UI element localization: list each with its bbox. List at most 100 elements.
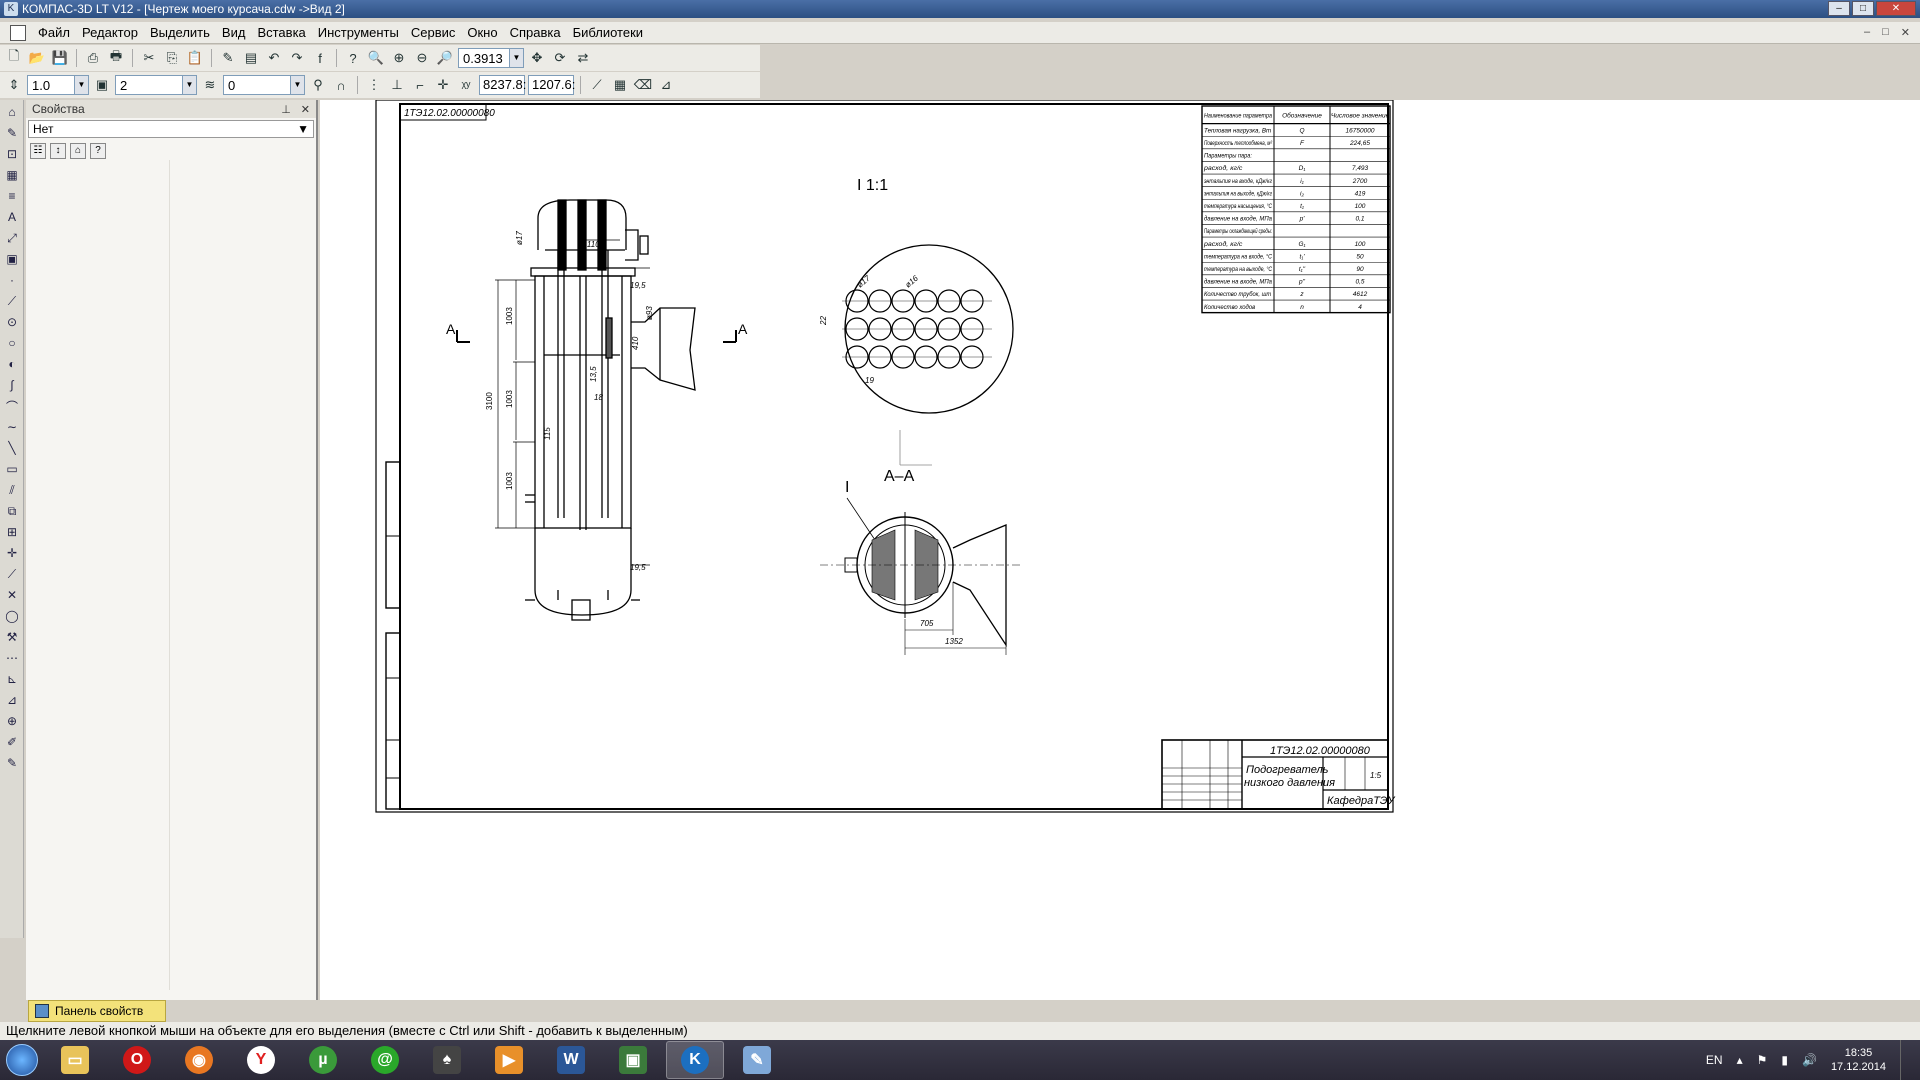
close-icon[interactable]: ✕ xyxy=(301,103,310,116)
new-document-icon[interactable]: 🗋 xyxy=(4,48,24,68)
open-icon[interactable]: 📂 xyxy=(27,48,47,68)
magnet-icon[interactable]: ∩ xyxy=(331,75,351,95)
print-preview-icon[interactable]: ⎙ xyxy=(83,48,103,68)
eraser-icon[interactable]: ⌫ xyxy=(633,75,653,95)
taskbar-kompas[interactable]: K xyxy=(666,1041,724,1079)
tool-strip-button-icon[interactable]: ✕ xyxy=(2,586,22,604)
show-desktop-button[interactable] xyxy=(1900,1040,1910,1080)
properties-panel-tab[interactable]: Панель свойств xyxy=(28,1000,166,1022)
pan-icon[interactable]: ✥ xyxy=(527,48,547,68)
zoom-scale-icon[interactable]: 🔎 xyxy=(435,48,455,68)
tool-strip-button-icon[interactable]: ∼ xyxy=(2,418,22,436)
maximize-button[interactable]: □ xyxy=(1852,1,1874,16)
menu-insert[interactable]: Вставка xyxy=(251,25,311,40)
taskbar-opera[interactable]: O xyxy=(108,1041,166,1079)
close-button[interactable]: ✕ xyxy=(1876,1,1916,16)
tray-expand-icon[interactable]: ▴ xyxy=(1737,1053,1743,1067)
save-icon[interactable]: 💾 xyxy=(50,48,70,68)
tool-strip-button-icon[interactable]: ⊞ xyxy=(2,523,22,541)
minimize-button[interactable]: – xyxy=(1828,1,1850,16)
clock[interactable]: 18:35 17.12.2014 xyxy=(1831,1046,1886,1074)
menu-view[interactable]: Вид xyxy=(216,25,252,40)
step-icon[interactable]: ▣ xyxy=(92,75,112,95)
document-icon[interactable] xyxy=(10,24,26,41)
tool-strip-button-icon[interactable]: ⫽ xyxy=(2,481,22,499)
taskbar-word[interactable]: W xyxy=(542,1041,600,1079)
layer-icon[interactable]: ≋ xyxy=(200,75,220,95)
categorize-icon[interactable]: ☷ xyxy=(30,143,46,159)
rebuild-icon[interactable]: ⇄ xyxy=(573,48,593,68)
menu-file[interactable]: Файл xyxy=(32,25,76,40)
undo-icon[interactable]: ↶ xyxy=(264,48,284,68)
coord-y-field[interactable]: 1207.6: xyxy=(528,75,575,95)
zoom-window-icon[interactable]: 🔍 xyxy=(366,48,386,68)
tool-strip-button-icon[interactable]: ▭ xyxy=(2,460,22,478)
cut-icon[interactable]: ✂ xyxy=(139,48,159,68)
menu-tools[interactable]: Инструменты xyxy=(312,25,405,40)
tool-strip-button-icon[interactable]: ◐ xyxy=(2,355,22,373)
tool-strip-button-icon[interactable]: ⌂ xyxy=(2,103,22,121)
measure-icon[interactable]: ⊿ xyxy=(656,75,676,95)
taskbar-explorer[interactable]: ▭ xyxy=(46,1041,104,1079)
tool-strip-button-icon[interactable]: ∫ xyxy=(2,376,22,394)
tool-strip-button-icon[interactable]: ◯ xyxy=(2,607,22,625)
taskbar-mail-agent[interactable]: @ xyxy=(356,1041,414,1079)
hatch-icon[interactable]: ▦ xyxy=(610,75,630,95)
scale-combo[interactable]: 1.0 ▼ xyxy=(27,75,89,95)
tool-strip-button-icon[interactable]: ▦ xyxy=(2,166,22,184)
tool-strip-button-icon[interactable]: ⊾ xyxy=(2,670,22,688)
chevron-down-icon[interactable]: ▼ xyxy=(74,76,88,94)
language-indicator[interactable]: EN xyxy=(1706,1053,1723,1067)
taskbar-media-player[interactable]: ▶ xyxy=(480,1041,538,1079)
chevron-down-icon[interactable]: ▼ xyxy=(297,122,309,136)
cursor-icon[interactable]: ✛ xyxy=(433,75,453,95)
tool-strip-button-icon[interactable]: ○ xyxy=(2,334,22,352)
zoom-in-icon[interactable]: ⊕ xyxy=(389,48,409,68)
menu-select[interactable]: Выделить xyxy=(144,25,216,40)
print-icon[interactable]: 🖶 xyxy=(106,48,126,68)
tool-strip-button-icon[interactable]: ⟋ xyxy=(2,565,22,583)
menu-libraries[interactable]: Библиотеки xyxy=(567,25,649,40)
taskbar-kompas-files[interactable]: ▣ xyxy=(604,1041,662,1079)
sort-icon[interactable]: ↕ xyxy=(50,143,66,159)
tool-strip-button-icon[interactable]: A xyxy=(2,208,22,226)
tool-strip-button-icon[interactable]: ⊿ xyxy=(2,691,22,709)
coord-x-field[interactable]: 8237.8: xyxy=(479,75,526,95)
tool-strip-button-icon[interactable]: ⊡ xyxy=(2,145,22,163)
doc-minimize-button[interactable]: – xyxy=(1864,26,1870,39)
help-icon[interactable]: ? xyxy=(90,143,106,159)
manager-icon[interactable]: ▤ xyxy=(241,48,261,68)
library-icon[interactable]: ⌂ xyxy=(70,143,86,159)
pin-icon[interactable]: ⊥ xyxy=(281,103,291,116)
tool-strip-button-icon[interactable]: · xyxy=(2,271,22,289)
local-cs-icon[interactable]: ⌐ xyxy=(410,75,430,95)
paste-icon[interactable]: 📋 xyxy=(185,48,205,68)
tool-strip-button-icon[interactable]: ⊙ xyxy=(2,313,22,331)
tool-strip-button-icon[interactable]: ╲ xyxy=(2,439,22,457)
volume-icon[interactable]: 🔊 xyxy=(1802,1053,1817,1067)
chevron-down-icon[interactable]: ▼ xyxy=(509,49,523,67)
tool-strip-button-icon[interactable]: ⤢ xyxy=(2,229,22,247)
tool-strip-button-icon[interactable]: ✛ xyxy=(2,544,22,562)
snap-icon[interactable]: ⚲ xyxy=(308,75,328,95)
drawing-canvas[interactable]: 1ТЭ12.02.00000080 3100 1003 1003 1003 ø1… xyxy=(320,100,1920,1000)
tool-strip-button-icon[interactable]: ✎ xyxy=(2,754,22,772)
doc-close-button[interactable]: ✕ xyxy=(1901,26,1910,39)
zoom-combo[interactable]: 0.3913 ▼ xyxy=(458,48,524,68)
menu-edit[interactable]: Редактор xyxy=(76,25,144,40)
network-icon[interactable]: ▮ xyxy=(1781,1053,1788,1067)
object-selector[interactable]: Нет ▼ xyxy=(28,120,314,138)
taskbar-app[interactable]: ♠ xyxy=(418,1041,476,1079)
taskbar-utorrent[interactable]: µ xyxy=(294,1041,352,1079)
tool-strip-button-icon[interactable]: ⟋ xyxy=(2,292,22,310)
tool-strip-button-icon[interactable]: ✐ xyxy=(2,733,22,751)
start-button[interactable] xyxy=(0,1040,44,1080)
properties-copy-icon[interactable]: ✎ xyxy=(218,48,238,68)
menu-service[interactable]: Сервис xyxy=(405,25,462,40)
chevron-down-icon[interactable]: ▼ xyxy=(182,76,196,94)
doc-restore-button[interactable]: □ xyxy=(1882,26,1889,39)
zoom-out-icon[interactable]: ⊖ xyxy=(412,48,432,68)
redo-icon[interactable]: ↷ xyxy=(287,48,307,68)
help-icon[interactable]: ? xyxy=(343,48,363,68)
taskbar-yandex[interactable]: Y xyxy=(232,1041,290,1079)
